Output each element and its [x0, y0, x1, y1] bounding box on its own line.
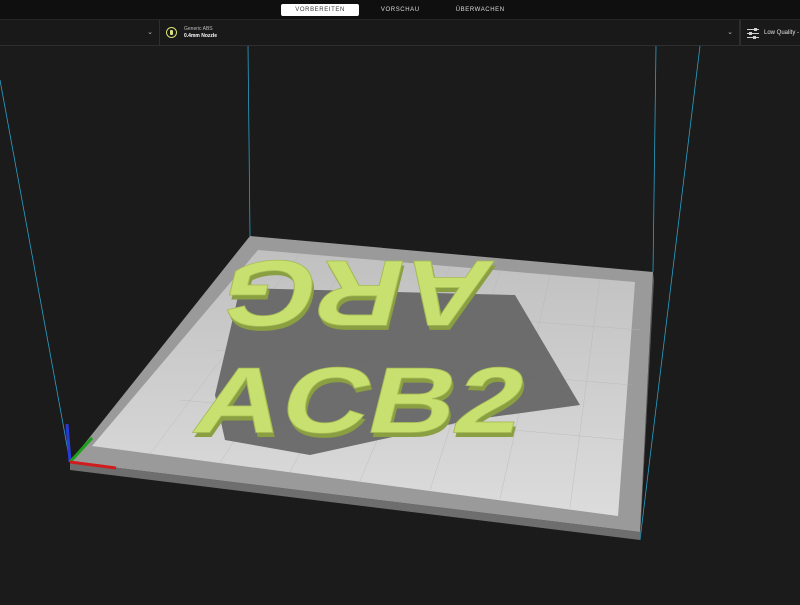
quality-profile-label: Low Quality - — [764, 29, 800, 36]
axis-z — [65, 423, 72, 463]
sliders-icon — [747, 27, 759, 39]
material-selector[interactable]: Generic ABS 0.4mm Nozzle ⌄ — [160, 20, 740, 45]
extruder-icon — [166, 27, 177, 38]
build-volume-edge-left-back — [247, 45, 251, 237]
build-volume-edge-right-back — [652, 45, 657, 273]
material-name: Generic ABS — [184, 25, 213, 32]
material-info: Generic ABS 0.4mm Nozzle — [184, 26, 217, 40]
print-settings-selector[interactable]: Low Quality - — [740, 20, 800, 45]
build-volume-edge-left-front — [0, 79, 71, 463]
tab-preview[interactable]: VORSCHAU — [367, 4, 434, 16]
tab-prepare[interactable]: VORBEREITEN — [281, 3, 359, 16]
print-setup-bar: ⌄ Generic ABS 0.4mm Nozzle ⌄ Low Quality… — [0, 20, 800, 46]
model-row1-text: ARG — [210, 240, 503, 345]
tab-monitor[interactable]: ÜBERWACHEN — [442, 4, 519, 16]
build-plate-scene[interactable]: ARG ACB2 ARG ACB2 — [0, 45, 800, 600]
printer-selector[interactable]: ⌄ — [0, 20, 160, 45]
3d-viewport[interactable]: ARG ACB2 ARG ACB2 — [0, 45, 800, 600]
model-row2-text: ACB2 — [184, 348, 537, 453]
chevron-down-icon: ⌄ — [727, 28, 733, 36]
chevron-down-icon: ⌄ — [147, 28, 153, 36]
stage-menu: VORBEREITEN VORSCHAU ÜBERWACHEN — [0, 0, 800, 20]
nozzle-size: 0.4mm Nozzle — [184, 32, 218, 39]
